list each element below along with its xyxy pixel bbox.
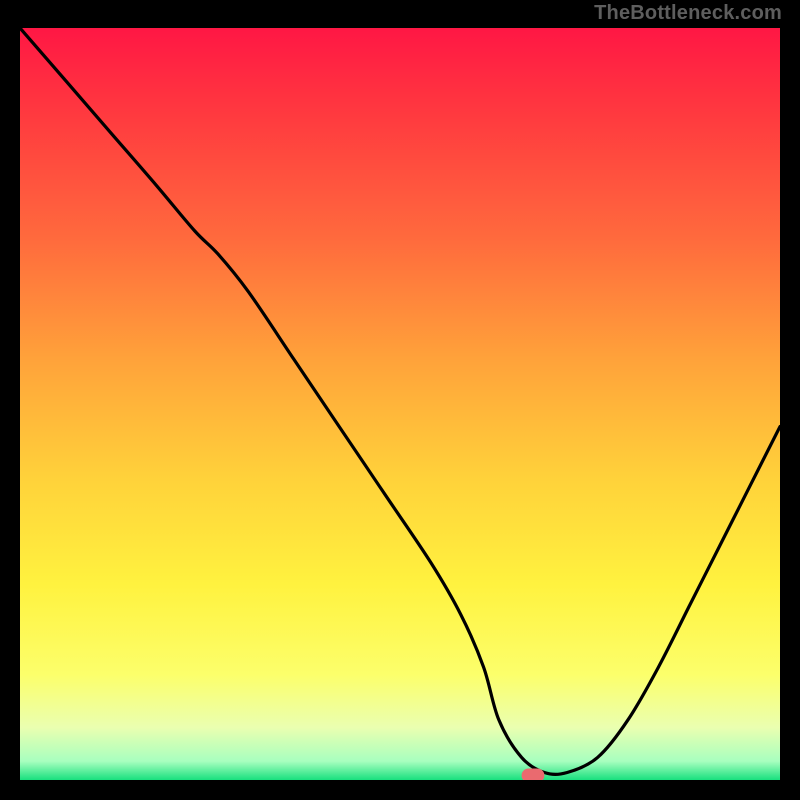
chart-frame: TheBottleneck.com bbox=[0, 0, 800, 800]
gradient-background bbox=[20, 28, 780, 780]
optimal-marker bbox=[522, 769, 545, 781]
bottleneck-chart bbox=[20, 28, 780, 780]
chart-plot-area bbox=[20, 28, 780, 780]
watermark-text: TheBottleneck.com bbox=[594, 2, 782, 25]
